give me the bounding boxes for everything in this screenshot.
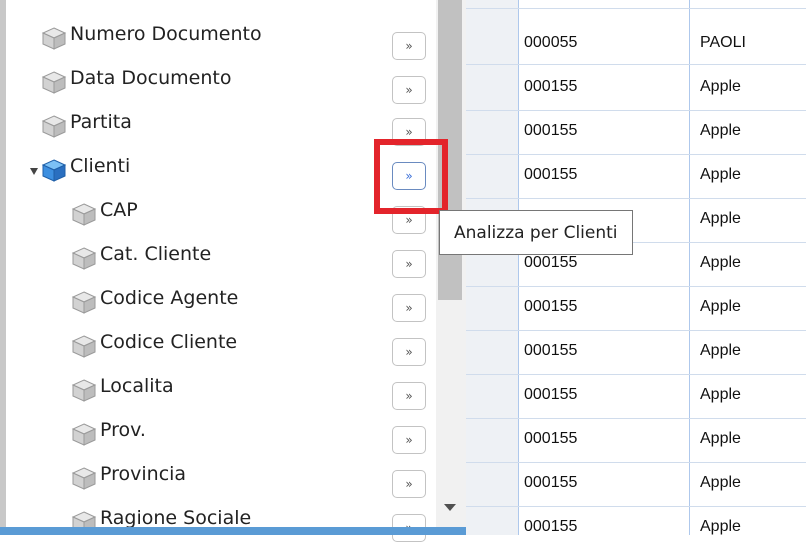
cube-gray-icon bbox=[40, 70, 68, 94]
grid-cell-code[interactable]: 000155 bbox=[524, 254, 577, 272]
grid-cell-code[interactable]: 000155 bbox=[524, 342, 577, 360]
tree-item-label: Prov. bbox=[100, 419, 146, 441]
analyze-button[interactable]: » bbox=[392, 470, 426, 498]
grid-row-line bbox=[466, 462, 806, 463]
grid-row-line bbox=[466, 64, 806, 65]
grid-cell-code[interactable]: 000055 bbox=[524, 34, 577, 52]
grid-cell-code[interactable]: 000155 bbox=[524, 166, 577, 184]
tree-item-label: Ragione Sociale bbox=[100, 507, 252, 529]
tree-item[interactable]: Data Documento bbox=[40, 62, 231, 102]
cube-gray-icon bbox=[70, 290, 98, 314]
grid-cell-name[interactable]: Apple bbox=[700, 78, 741, 96]
tree-item[interactable]: Codice Agente bbox=[70, 282, 238, 322]
highlight-annotation-box bbox=[374, 139, 448, 214]
analyze-button[interactable]: » bbox=[392, 32, 426, 60]
grid-cell-code[interactable]: 000155 bbox=[524, 430, 577, 448]
grid-cell-name[interactable]: Apple bbox=[700, 518, 741, 536]
grid-row-line bbox=[466, 198, 806, 199]
grid-row-line bbox=[466, 154, 806, 155]
grid-cell-name[interactable]: Apple bbox=[700, 166, 741, 184]
cube-gray-icon bbox=[70, 422, 98, 446]
tree-item[interactable]: Cat. Cliente bbox=[70, 238, 211, 278]
cube-gray-icon bbox=[40, 114, 68, 138]
grid-cell-name[interactable]: Apple bbox=[700, 430, 741, 448]
grid-cell-name[interactable]: Apple bbox=[700, 122, 741, 140]
cube-gray-icon bbox=[70, 466, 98, 490]
tree-item[interactable]: Localita bbox=[70, 370, 174, 410]
scroll-down-arrow-icon[interactable] bbox=[444, 504, 456, 511]
expand-arrow-icon[interactable] bbox=[30, 168, 38, 175]
analyze-button[interactable]: » bbox=[392, 250, 426, 278]
tree-item[interactable]: Prov. bbox=[70, 414, 146, 454]
grid-column-line bbox=[689, 0, 690, 535]
grid-row-line bbox=[466, 110, 806, 111]
cube-blue-icon bbox=[40, 158, 68, 182]
tooltip: Analizza per Clienti bbox=[439, 210, 633, 255]
tree-item[interactable]: CAP bbox=[70, 194, 138, 234]
analyze-button[interactable]: » bbox=[392, 76, 426, 104]
tree-item[interactable]: Ragione Sociale bbox=[70, 502, 251, 542]
tree-item-label: Provincia bbox=[100, 463, 187, 485]
tree-item-label: Codice Cliente bbox=[100, 331, 238, 353]
cube-gray-icon bbox=[70, 334, 98, 358]
grid-column-line bbox=[518, 0, 519, 535]
grid-cell-code[interactable]: 000155 bbox=[524, 474, 577, 492]
grid-cell-name[interactable]: Apple bbox=[700, 298, 741, 316]
analyze-button[interactable]: » bbox=[392, 382, 426, 410]
grid-cell-code[interactable]: 000155 bbox=[524, 122, 577, 140]
grid-cell-name[interactable]: PAOLI bbox=[700, 34, 746, 52]
tree-item-label: Localita bbox=[100, 375, 174, 397]
analyze-button[interactable]: » bbox=[392, 338, 426, 366]
grid-row-line bbox=[466, 418, 806, 419]
cube-gray-icon bbox=[70, 246, 98, 270]
tree-item-label: Cat. Cliente bbox=[100, 243, 212, 265]
tree-item-label: Clienti bbox=[70, 155, 131, 177]
grid-cell-name[interactable]: Apple bbox=[700, 474, 741, 492]
cube-gray-icon bbox=[70, 202, 98, 226]
tree-item-label: Partita bbox=[70, 111, 132, 133]
grid-cell-name[interactable]: Apple bbox=[700, 210, 741, 228]
grid-row-line bbox=[466, 330, 806, 331]
grid-row-line bbox=[466, 286, 806, 287]
grid-row-line bbox=[466, 374, 806, 375]
tree-item-label: CAP bbox=[100, 199, 138, 221]
grid-row-line bbox=[466, 8, 806, 9]
tree-item[interactable]: Partita bbox=[40, 106, 132, 146]
analyze-button[interactable]: » bbox=[392, 426, 426, 454]
grid-cell-code[interactable]: 000155 bbox=[524, 298, 577, 316]
tree-item[interactable]: Clienti bbox=[40, 150, 130, 190]
grid-row-line bbox=[466, 506, 806, 507]
tree-item[interactable]: Numero Documento bbox=[40, 18, 262, 58]
cube-gray-icon bbox=[70, 378, 98, 402]
grid-cell-name[interactable]: Apple bbox=[700, 386, 741, 404]
grid-cell-code[interactable]: 000155 bbox=[524, 518, 577, 536]
grid-cell-name[interactable]: Apple bbox=[700, 342, 741, 360]
tree-item-label: Data Documento bbox=[70, 67, 232, 89]
tree-item[interactable]: Codice Cliente bbox=[70, 326, 237, 366]
cube-gray-icon bbox=[40, 26, 68, 50]
tooltip-text: Analizza per Clienti bbox=[454, 222, 618, 243]
tree-item-label: Numero Documento bbox=[70, 23, 262, 45]
grid-cell-code[interactable]: 000155 bbox=[524, 78, 577, 96]
grid-cell-code[interactable]: 000155 bbox=[524, 386, 577, 404]
grid-row-header-column bbox=[466, 0, 518, 535]
tree-item-label: Codice Agente bbox=[100, 287, 239, 309]
panel-bottom-bar bbox=[0, 527, 466, 535]
tree-item[interactable]: Provincia bbox=[70, 458, 186, 498]
panel-border bbox=[0, 0, 6, 535]
grid-cell-name[interactable]: Apple bbox=[700, 254, 741, 272]
analyze-button[interactable]: » bbox=[392, 294, 426, 322]
